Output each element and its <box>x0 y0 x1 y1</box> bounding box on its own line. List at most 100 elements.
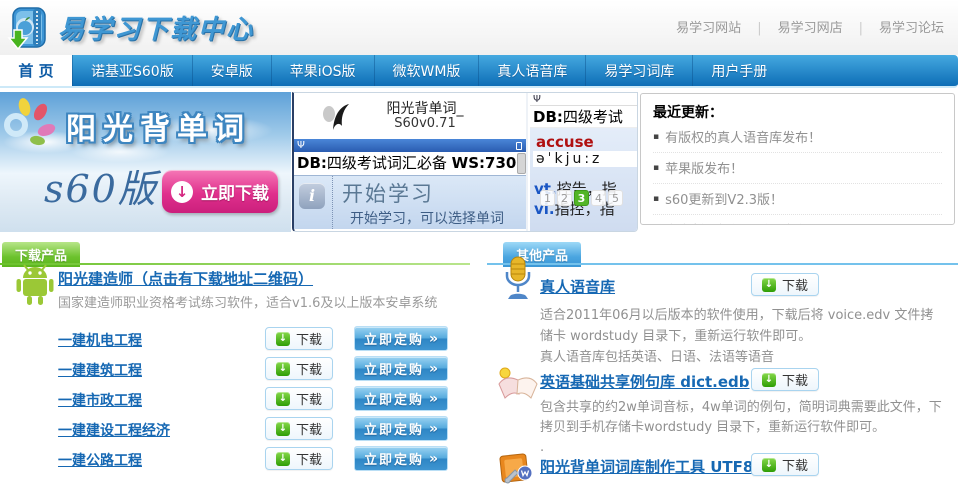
download-button[interactable]: ↓ 下载 <box>751 453 819 476</box>
bullet-icon: ▪ <box>653 225 659 226</box>
order-button[interactable]: 立即定购 » <box>354 446 448 471</box>
downloads-section: 下载产品 阳光建造师（点击有下载地址二维码） 国家建造师职业资格考试练习软件，适… <box>0 240 470 479</box>
download-icon: ↓ <box>276 362 290 376</box>
header: 易学习下载中心 易学习网站 易学习网店 易学习论坛 <box>0 0 958 55</box>
update-item[interactable]: ▪ 苹果版发布！ <box>653 153 942 184</box>
download-button[interactable]: ↓ 下载 <box>751 273 819 296</box>
update-text: s60更新到V2.3版！ <box>665 189 783 208</box>
product-link-gonglu[interactable]: 一建公路工程 <box>58 450 142 470</box>
download-label: 下载 <box>296 329 322 348</box>
banner-edition: s60版 <box>44 158 158 213</box>
download-icon: ↓ <box>276 422 290 436</box>
download-button[interactable]: ↓ 下载 <box>265 417 333 440</box>
product-link-shizheng[interactable]: 一建市政工程 <box>58 390 142 410</box>
desc-line: 适合2011年06月以后版本的软件使用，下载后将 voice.edv 文件拷 <box>540 305 958 326</box>
bullet-icon: ▪ <box>653 194 659 204</box>
db-name: 四级考试词汇必备 <box>327 154 452 172</box>
chevron-right-icon: » <box>429 421 438 437</box>
section-divider-green <box>0 263 470 265</box>
product-desc: 适合2011年06月以后版本的软件使用，下载后将 voice.edv 文件拷 储… <box>540 305 958 368</box>
download-icon: ↓ <box>762 458 776 472</box>
other-product-dict-maker: 阳光背单词词库制作工具 UTF8 ↓ 下载 <box>540 456 958 477</box>
bullet-icon: ▪ <box>653 132 659 142</box>
app-version: S60v0.71 <box>324 116 526 131</box>
order-button[interactable]: 立即定购 » <box>354 386 448 411</box>
nav-tab-manual[interactable]: 用户手册 <box>692 55 785 86</box>
other-product-example-db: 英语基础共享例句库 dict.edb ↓ 下载 包含共享的约2w单词音标，4w单… <box>540 371 958 458</box>
slider-pagination: 1 2 3 4 5 <box>540 190 623 206</box>
status-bar: Ψ <box>294 139 526 152</box>
page-dot-5[interactable]: 5 <box>608 190 623 206</box>
update-text: 安卓版最新使用手册发布！ <box>665 220 821 225</box>
main-nav: 首 页 诺基亚S60版 安卓版 苹果iOS版 微软WM版 真人语音库 易学习词库… <box>0 55 958 88</box>
download-button[interactable]: ↓ 下载 <box>265 387 333 410</box>
menu-item-start-learning: 开始学习 <box>342 178 434 208</box>
product-link-jianzaoshi[interactable]: 阳光建造师（点击有下载地址二维码） <box>58 268 313 289</box>
download-label: 下载 <box>782 275 808 294</box>
download-arrow-icon: ↓ <box>171 181 193 203</box>
update-item[interactable]: ▪ 有版权的真人语音库发布！ <box>653 122 942 153</box>
update-item[interactable]: ▪ 安卓版最新使用手册发布！ <box>653 215 942 225</box>
updates-title: 最近更新： <box>653 102 942 122</box>
banner-slider: 阳光背单词 s60版 ↓ 立即下载 阳光背单词_ S60v0.71 Ψ DB:四… <box>0 92 638 232</box>
banner-download-button[interactable]: ↓ 立即下载 <box>162 170 278 213</box>
recent-updates-panel: 最近更新： ▪ 有版权的真人语音库发布！ ▪ 苹果版发布！ ▪ s60更新到V2… <box>640 93 955 225</box>
db-info-row: DB:四级考试 <box>530 106 638 128</box>
db-label: DB: <box>297 154 327 172</box>
nav-tab-wm[interactable]: 微软WM版 <box>374 55 479 86</box>
other-product-link[interactable]: 英语基础共享例句库 dict.edb <box>540 373 750 391</box>
download-label: 下载 <box>296 419 322 438</box>
download-label: 下载 <box>296 389 322 408</box>
download-button[interactable]: ↓ 下载 <box>751 368 819 391</box>
download-icon: ↓ <box>762 373 776 387</box>
nav-tab-home[interactable]: 首 页 <box>0 55 72 86</box>
example-book-icon <box>495 366 541 402</box>
top-link-shop[interactable]: 易学习网店 <box>741 17 842 36</box>
logo: 易学习下载中心 <box>6 2 254 52</box>
banner-download-label: 立即下载 <box>201 179 269 204</box>
product-link-jianzhu[interactable]: 一建建筑工程 <box>58 360 142 380</box>
android-icon <box>14 263 56 307</box>
page-dot-4[interactable]: 4 <box>591 190 606 206</box>
other-product-link[interactable]: 真人语音库 <box>540 278 615 296</box>
nav-tab-dictionary[interactable]: 易学习词库 <box>585 55 692 86</box>
nav-tab-nokia-s60[interactable]: 诺基亚S60版 <box>72 55 192 86</box>
order-button[interactable]: 立即定购 » <box>354 326 448 351</box>
chevron-right-icon: » <box>429 361 438 377</box>
order-button[interactable]: 立即定购 » <box>354 356 448 381</box>
page-dot-3-active[interactable]: 3 <box>574 190 589 206</box>
other-product-link[interactable]: 阳光背单词词库制作工具 UTF8 <box>540 458 753 476</box>
product-link-jidian[interactable]: 一建机电工程 <box>58 330 142 350</box>
product-link-jingji[interactable]: 一建建设工程经济 <box>58 420 170 440</box>
word-card: accuse əˈkju:z vt.控告，指 vi.指控，指 <box>530 128 638 231</box>
scrollbar[interactable] <box>517 153 526 174</box>
page-dot-1[interactable]: 1 <box>540 190 555 206</box>
download-button[interactable]: ↓ 下载 <box>265 447 333 470</box>
desc-line: 储卡 wordstudy 目录下，重新运行软件即可。 <box>540 326 958 347</box>
chevron-right-icon: » <box>429 331 438 347</box>
screenshot-main-menu: 阳光背单词_ S60v0.71 Ψ DB:四级考试词汇必备 WS:730 i 开… <box>294 93 528 231</box>
other-product-voice-library: 真人语音库 ↓ 下载 适合2011年06月以后版本的软件使用，下载后将 voic… <box>540 276 958 368</box>
ws-count: WS:730 <box>452 154 517 172</box>
nav-tab-ios[interactable]: 苹果iOS版 <box>271 55 374 86</box>
order-button[interactable]: 立即定购 » <box>354 416 448 441</box>
product-desc: 包含共享的约2w单词音标，4w单词的例句，简明词典需要此文件，下 拷贝到手机存储… <box>540 398 958 458</box>
download-icon: ↓ <box>762 278 776 292</box>
update-text: 苹果版发布！ <box>665 158 743 177</box>
download-button[interactable]: ↓ 下载 <box>265 327 333 350</box>
screenshot2-titlebar: Ψ <box>530 93 638 106</box>
page-dot-2[interactable]: 2 <box>557 190 572 206</box>
top-link-forum[interactable]: 易学习论坛 <box>843 17 944 36</box>
update-item[interactable]: ▪ s60更新到V2.3版！ <box>653 184 942 215</box>
order-label: 立即定购 <box>364 329 424 348</box>
nav-tab-android[interactable]: 安卓版 <box>192 55 271 86</box>
db-label: DB: <box>533 108 563 126</box>
ring <box>4 113 28 137</box>
banner-s60[interactable]: 阳光背单词 s60版 ↓ 立即下载 <box>0 92 291 232</box>
bullet-icon: ▪ <box>653 163 659 173</box>
nav-tab-voice-library[interactable]: 真人语音库 <box>478 55 585 86</box>
chevron-right-icon: » <box>429 451 438 467</box>
top-link-website[interactable]: 易学习网站 <box>676 17 741 36</box>
site-title: 易学习下载中心 <box>58 9 254 46</box>
download-button[interactable]: ↓ 下载 <box>265 357 333 380</box>
